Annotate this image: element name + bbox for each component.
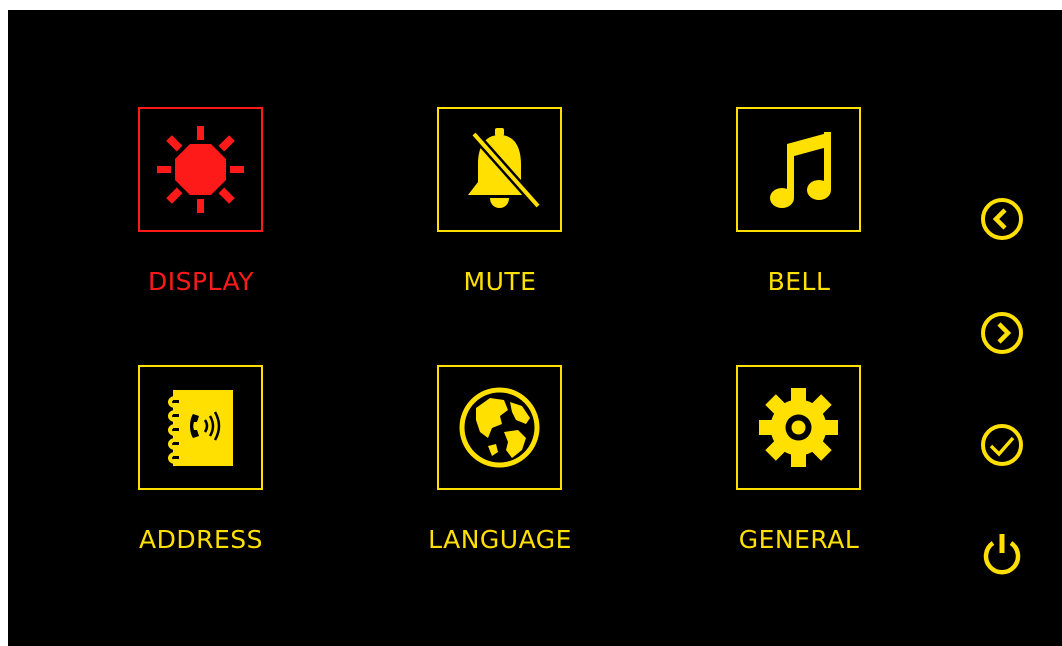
sun-icon [157, 126, 244, 213]
menu-item-frame [437, 107, 562, 232]
confirm-button[interactable] [980, 423, 1024, 467]
power-button[interactable] [980, 531, 1024, 575]
gear-icon [759, 388, 838, 467]
menu-item-label: MUTE [463, 267, 537, 296]
next-button[interactable] [980, 311, 1024, 355]
bell-muted-icon [468, 128, 542, 209]
menu-item-frame [138, 107, 263, 232]
menu-item-general[interactable]: GENERAL [694, 365, 864, 565]
menu-item-bell[interactable]: BELL [694, 107, 864, 307]
menu-item-frame [437, 365, 562, 490]
music-note-icon [770, 132, 831, 208]
menu-item-label: BELL [767, 267, 831, 296]
menu-item-frame [736, 107, 861, 232]
menu-item-label: LANGUAGE [428, 525, 572, 554]
chevron-left-circle-icon [981, 198, 1023, 240]
settings-screen: DISPLAY MUTE BELL ADDRESS LANGUAGE GENER… [8, 10, 1062, 646]
menu-item-label: DISPLAY [147, 267, 254, 296]
menu-item-frame [736, 365, 861, 490]
chevron-right-circle-icon [981, 312, 1023, 354]
prev-button[interactable] [980, 197, 1024, 241]
address-book-icon [168, 390, 233, 466]
menu-item-display[interactable]: DISPLAY [96, 107, 266, 307]
globe-icon [459, 387, 540, 468]
power-icon [983, 534, 1021, 575]
menu-item-label: ADDRESS [138, 525, 263, 554]
menu-item-address[interactable]: ADDRESS [96, 365, 266, 565]
menu-item-label: GENERAL [738, 525, 860, 554]
check-circle-icon [981, 424, 1023, 466]
menu-item-frame [138, 365, 263, 490]
menu-item-language[interactable]: LANGUAGE [395, 365, 571, 565]
menu-item-mute[interactable]: MUTE [395, 107, 565, 307]
